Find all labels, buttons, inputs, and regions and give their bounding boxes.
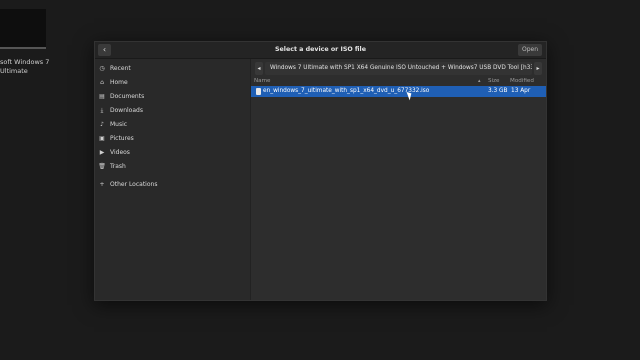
document-icon: ▤ — [99, 92, 105, 100]
sidebar-item-label: Documents — [110, 93, 145, 100]
file-modified: 13 Apr — [511, 88, 531, 94]
desktop-window-thumbnail[interactable] — [0, 9, 46, 49]
path-bar: ◂ Windows 7 Ultimate with SP1 X64 Genuin… — [255, 62, 542, 75]
column-modified[interactable]: Modified — [510, 78, 534, 84]
trash-icon: 🗑 — [98, 162, 106, 170]
plus-icon: + — [99, 180, 105, 188]
sidebar-item-pictures[interactable]: ▣ Pictures — [98, 133, 134, 144]
sidebar-item-home[interactable]: ⌂ Home — [98, 77, 128, 88]
column-size[interactable]: Size — [488, 78, 499, 84]
desktop-item-label: soft Windows 7 Ultimate — [0, 58, 49, 76]
sidebar-item-label: Downloads — [110, 107, 143, 114]
file-size: 3.3 GB — [488, 88, 508, 94]
file-icon — [256, 88, 261, 95]
sidebar-item-label: Home — [110, 79, 128, 86]
file-chooser-dialog: ‹ Select a device or ISO file Open ◷ Rec… — [94, 41, 547, 301]
path-scroll-left-button[interactable]: ◂ — [255, 62, 263, 75]
sidebar-item-label: Recent — [110, 65, 131, 72]
path-segment-current[interactable]: Windows 7 Ultimate with SP1 X64 Genuine … — [265, 62, 532, 75]
sidebar-item-trash[interactable]: 🗑 Trash — [98, 161, 126, 172]
path-scroll-right-button[interactable]: ▸ — [534, 62, 542, 75]
sidebar-item-music[interactable]: ♪ Music — [98, 119, 127, 130]
desktop-label-line1: soft Windows 7 — [0, 58, 50, 66]
dialog-title: Select a device or ISO file — [275, 46, 366, 53]
download-icon: ⤓ — [100, 106, 104, 114]
sidebar-item-label: Music — [110, 121, 128, 128]
sidebar-item-recent[interactable]: ◷ Recent — [98, 63, 131, 74]
chevron-left-icon: ◂ — [257, 65, 261, 72]
sidebar-item-label: Trash — [110, 163, 126, 170]
sidebar-item-label: Pictures — [110, 135, 134, 142]
column-name[interactable]: Name — [254, 78, 271, 84]
chevron-right-icon: ▸ — [536, 65, 540, 72]
sidebar-item-videos[interactable]: ▶ Videos — [98, 147, 130, 158]
music-icon: ♪ — [100, 120, 104, 128]
picture-icon: ▣ — [99, 134, 105, 142]
file-row-selected[interactable]: en_windows_7_ultimate_with_sp1_x64_dvd_u… — [251, 86, 546, 97]
file-list-pane: ◂ Windows 7 Ultimate with SP1 X64 Genuin… — [251, 59, 546, 300]
sidebar-item-documents[interactable]: ▤ Documents — [98, 91, 144, 102]
sidebar-item-other-locations[interactable]: + Other Locations — [98, 179, 157, 190]
column-header: Name ▴ Size Modified — [251, 77, 546, 86]
home-icon: ⌂ — [100, 78, 104, 86]
sidebar-item-downloads[interactable]: ⤓ Downloads — [98, 105, 143, 116]
desktop-label-line2: Ultimate — [0, 67, 28, 75]
dialog-header: ‹ Select a device or ISO file Open — [95, 42, 546, 59]
sidebar-item-label: Other Locations — [110, 181, 158, 188]
clock-icon: ◷ — [99, 64, 105, 72]
file-name: en_windows_7_ultimate_with_sp1_x64_dvd_u… — [263, 88, 430, 94]
video-icon: ▶ — [99, 148, 105, 156]
open-button[interactable]: Open — [518, 44, 542, 56]
sort-ascending-icon: ▴ — [478, 78, 481, 84]
places-sidebar: ◷ Recent ⌂ Home ▤ Documents ⤓ Downloads … — [95, 59, 251, 300]
sidebar-item-label: Videos — [110, 149, 130, 156]
